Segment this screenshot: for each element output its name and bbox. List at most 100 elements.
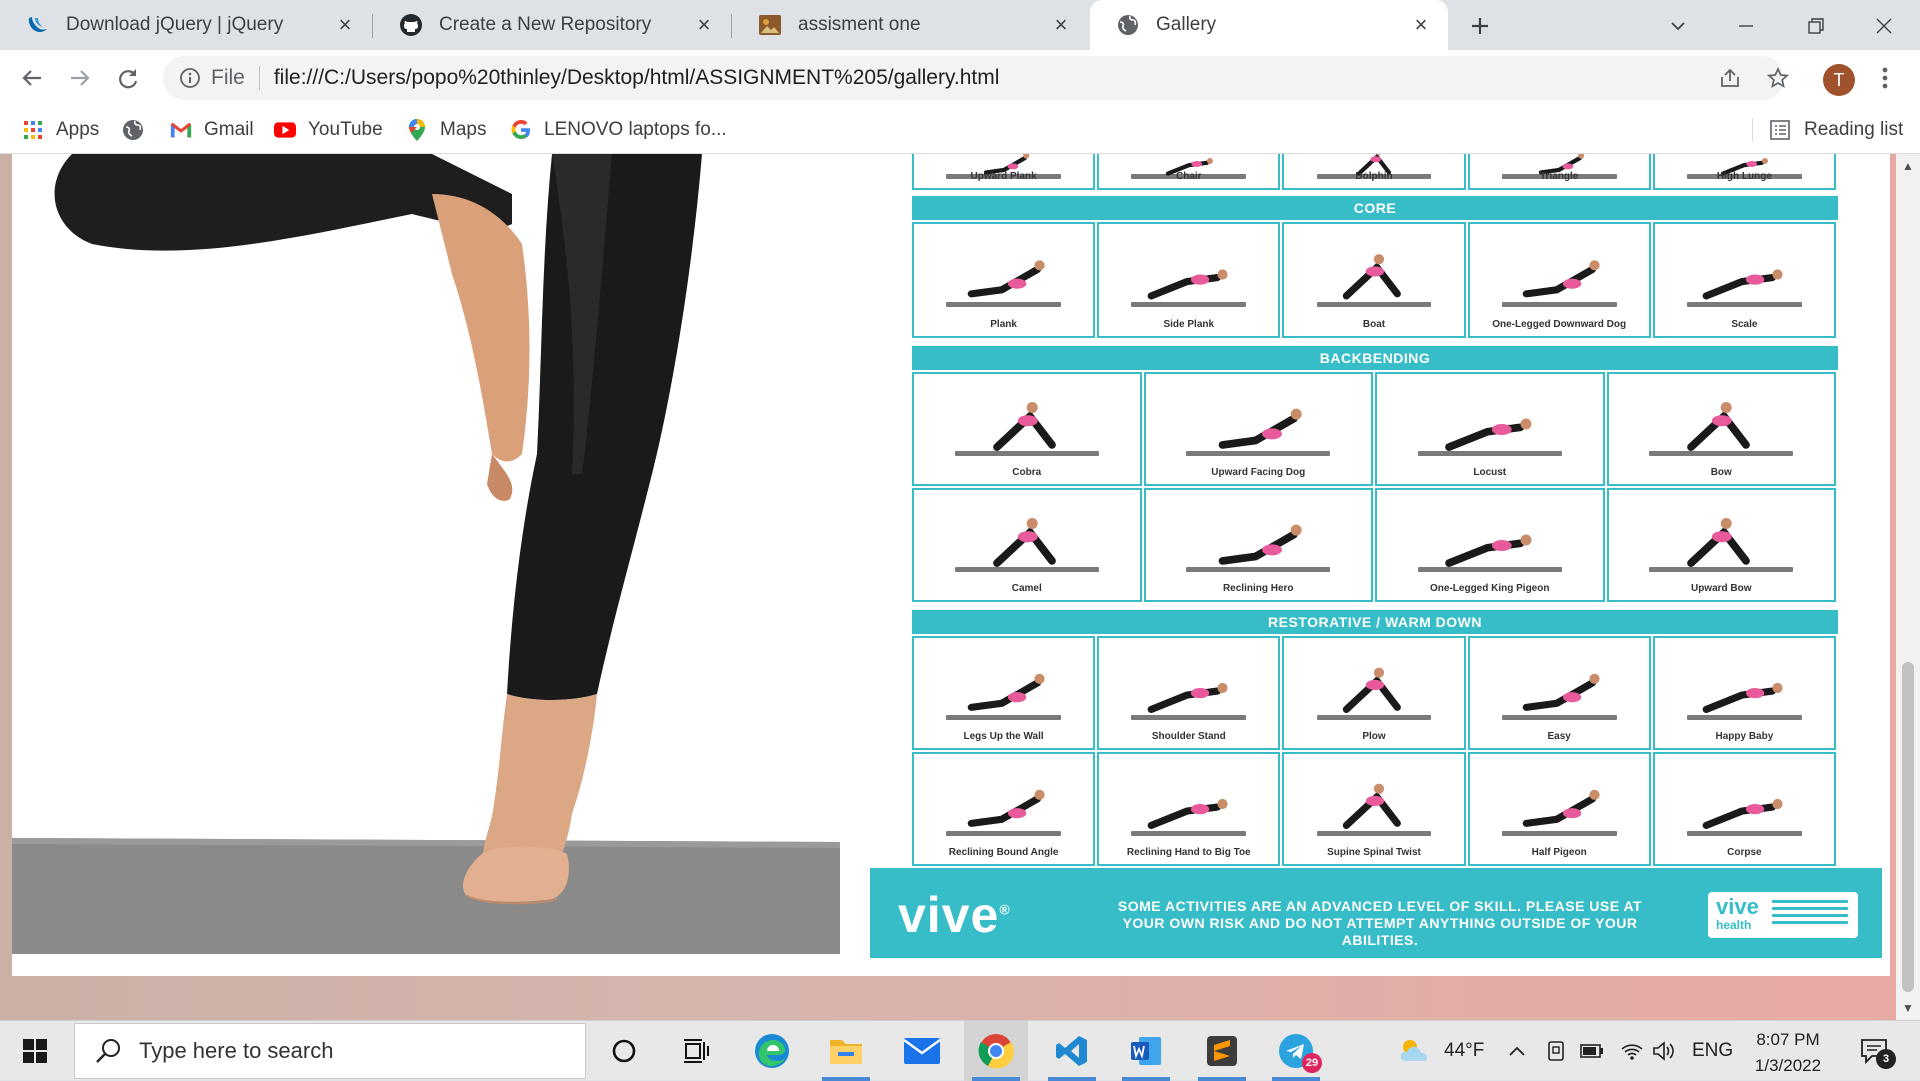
pose-label: Upward Bow (1690, 583, 1752, 594)
taskbar-mail[interactable] (890, 1021, 954, 1081)
tray-meet-now[interactable] (1546, 1021, 1566, 1081)
gmail-icon (170, 119, 192, 141)
tab-search-button[interactable] (1660, 8, 1696, 44)
notification-count-badge: 3 (1876, 1049, 1896, 1069)
share-button[interactable] (1710, 58, 1750, 98)
forward-button[interactable] (62, 60, 98, 96)
more-vert-icon (1882, 67, 1888, 89)
taskbar-chrome[interactable] (964, 1021, 1028, 1081)
pose-figure-icon (992, 517, 1056, 567)
section-header: RESTORATIVE / WARM DOWN (912, 610, 1838, 634)
tab-github[interactable]: Create a New Repository × (373, 0, 731, 50)
tray-wifi[interactable] (1620, 1021, 1644, 1081)
yoga-pose-photo (12, 154, 842, 954)
pose-card: Happy Baby (1652, 636, 1836, 750)
tray-language[interactable]: ENG (1692, 1021, 1733, 1081)
task-view-button[interactable] (664, 1021, 728, 1081)
back-button[interactable] (14, 60, 50, 96)
taskbar-file-explorer[interactable] (814, 1021, 878, 1081)
vertical-scrollbar[interactable]: ▲ ▼ (1896, 154, 1920, 1020)
pose-card: One-Legged Downward Dog (1467, 222, 1651, 338)
chevron-down-icon (1671, 22, 1685, 31)
close-icon[interactable]: × (1410, 12, 1432, 37)
close-icon[interactable]: × (693, 12, 715, 37)
reading-list-button[interactable]: Reading list (1770, 106, 1903, 154)
mail-icon (903, 1038, 941, 1064)
minimize-button[interactable] (1728, 8, 1764, 44)
weather-temp: 44°F (1444, 1040, 1485, 1061)
taskbar-sublime[interactable] (1190, 1021, 1254, 1081)
vive-logo: vive® (898, 887, 1011, 943)
pose-label: Reclining Hand to Big Toe (1126, 847, 1251, 858)
pose-figure-icon (1342, 667, 1401, 713)
partly-cloudy-icon (1398, 1037, 1432, 1065)
close-icon[interactable]: × (1050, 12, 1072, 37)
address-bar[interactable]: File file:///C:/Users/popo%20thinley/Des… (163, 56, 1784, 100)
pose-label: One-Legged Downward Dog (1492, 319, 1627, 330)
new-tab-button[interactable] (1462, 8, 1498, 44)
restore-icon (1808, 18, 1824, 34)
bookmark-lenovo[interactable]: LENOVO laptops fo... (510, 106, 727, 154)
pose-label: Camel (1011, 583, 1042, 594)
profile-avatar[interactable]: T (1823, 64, 1855, 96)
section-header: BACKBENDING (912, 346, 1838, 370)
taskbar-clock[interactable]: 8:07 PM 1/3/2022 (1738, 1027, 1838, 1079)
pose-card: Half Pigeon (1467, 752, 1651, 866)
pose-card: Cobra (912, 372, 1142, 486)
taskbar-edge[interactable] (740, 1021, 804, 1081)
pose-label: Half Pigeon (1531, 847, 1587, 858)
url-text[interactable]: file:///C:/Users/popo%20thinley/Desktop/… (274, 66, 1000, 90)
pose-figure-icon (1522, 673, 1600, 711)
bookmark-star-button[interactable] (1758, 58, 1798, 98)
scroll-up-arrow[interactable]: ▲ (1896, 158, 1920, 174)
page-viewport[interactable]: Upward Plank Chair Dolphin Triangle High Lun… (0, 154, 1920, 1020)
arrow-right-icon (71, 70, 90, 86)
info-icon[interactable] (179, 67, 201, 89)
bookmark-gmail[interactable]: Gmail (170, 106, 254, 154)
pose-figure-icon (1703, 682, 1784, 713)
close-window-button[interactable] (1866, 8, 1902, 44)
bookmark-label: Gmail (204, 119, 254, 140)
weather-widget[interactable]: 44°F (1398, 1021, 1484, 1081)
pose-label: Happy Baby (1715, 731, 1774, 742)
pose-figure-icon (1687, 401, 1751, 451)
pose-figure-icon (992, 401, 1056, 451)
close-icon[interactable]: × (334, 12, 356, 37)
cortana-button[interactable] (592, 1021, 656, 1081)
bookmark-apps[interactable]: Apps (22, 106, 99, 154)
tray-battery[interactable] (1580, 1021, 1604, 1081)
bookmark-globe[interactable] (122, 106, 156, 154)
plus-icon (1472, 18, 1488, 34)
pose-card: Upward Facing Dog (1143, 372, 1373, 486)
menu-button[interactable] (1870, 60, 1900, 96)
pose-label: Plank (990, 319, 1017, 330)
taskbar-telegram[interactable]: 29 (1264, 1021, 1328, 1081)
reload-button[interactable] (110, 60, 146, 96)
tab-gallery[interactable]: Gallery × (1090, 0, 1448, 50)
tab-jquery[interactable]: Download jQuery | jQuery × (0, 0, 372, 50)
search-placeholder: Type here to search (139, 1038, 334, 1063)
pose-figure-icon (1147, 682, 1228, 713)
restore-button[interactable] (1798, 8, 1834, 44)
share-icon (1721, 68, 1739, 87)
section-header: CORE (912, 196, 1838, 220)
tree-pose-image (12, 154, 842, 954)
pose-label: Cobra (1012, 467, 1042, 478)
tab-assisment-one[interactable]: assisment one × (732, 0, 1088, 50)
taskbar-vscode[interactable] (1040, 1021, 1104, 1081)
taskbar-word[interactable] (1114, 1021, 1178, 1081)
bookmark-maps[interactable]: Maps (406, 106, 486, 154)
scroll-down-arrow[interactable]: ▼ (1896, 1000, 1920, 1016)
pose-label: Locust (1473, 467, 1507, 478)
show-hidden-icons[interactable] (1508, 1021, 1526, 1081)
yoga-poster: Upward Plank Chair Dolphin Triangle High Lun… (912, 154, 1842, 866)
start-button[interactable] (0, 1021, 70, 1081)
chrome-icon (978, 1034, 1014, 1069)
scrollbar-thumb[interactable] (1902, 662, 1914, 992)
pose-card: High Lunge (1652, 154, 1836, 190)
windows-logo-icon (23, 1039, 47, 1063)
tray-volume[interactable] (1652, 1021, 1676, 1081)
bookmark-youtube[interactable]: YouTube (274, 106, 383, 154)
action-center-button[interactable]: 3 (1852, 1031, 1896, 1071)
taskbar-search[interactable]: Type here to search (74, 1023, 586, 1079)
